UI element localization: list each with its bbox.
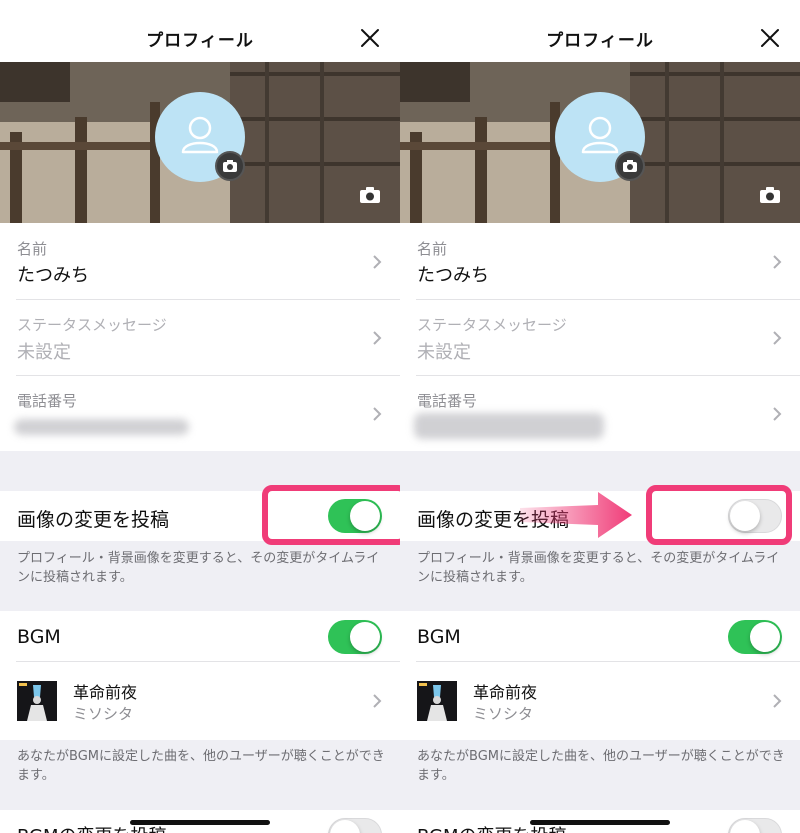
nav-bar: プロフィール [400, 0, 800, 62]
screen-before: プロフィール 名前 たつみち ステータスメッセージ 未設定 電話番号 画像の変更… [0, 0, 400, 833]
album-art [417, 681, 457, 721]
chevron-right-icon [773, 255, 782, 269]
page-title: プロフィール [546, 31, 654, 51]
chevron-right-icon [373, 694, 382, 708]
chevron-right-icon [373, 331, 382, 345]
album-art-image [17, 681, 57, 721]
chevron-right-icon [373, 407, 382, 421]
chevron-right-icon [773, 331, 782, 345]
divider [16, 661, 400, 662]
phone-label: 電話番号 [417, 392, 478, 410]
highlight-box [646, 485, 792, 545]
bgm-post-toggle[interactable] [328, 818, 382, 833]
home-indicator [530, 820, 670, 825]
camera-icon [623, 160, 637, 172]
profile-list: 名前 たつみち ステータスメッセージ 未設定 電話番号 [0, 223, 400, 451]
name-value: たつみち [417, 265, 489, 286]
divider [16, 375, 400, 376]
name-label: 名前 [417, 240, 448, 258]
bgm-note: あなたがBGMに設定した曲を、他のユーザーが聴くことができます。 [17, 749, 385, 783]
toggle-knob [350, 622, 380, 652]
camera-icon[interactable] [358, 185, 382, 205]
status-label: ステータスメッセージ [17, 316, 167, 334]
divider [416, 661, 800, 662]
avatar-camera-button[interactable] [615, 151, 645, 181]
name-value: たつみち [17, 265, 89, 286]
divider [16, 299, 400, 300]
album-art [17, 681, 57, 721]
bgm-section: BGM 革命前夜 ミソシタ [400, 611, 800, 740]
home-indicator [130, 820, 270, 825]
toggle-knob [330, 820, 360, 833]
status-value: 未設定 [417, 342, 471, 363]
avatar-camera-button[interactable] [215, 151, 245, 181]
toggle-knob [750, 622, 780, 652]
nav-bar: プロフィール [0, 0, 400, 62]
bgm-toggle[interactable] [728, 620, 782, 654]
profile-list: 名前 たつみち ステータスメッセージ 未設定 電話番号 [400, 223, 800, 451]
screen-after: プロフィール 名前 たつみち ステータスメッセージ 未設定 電話番号 画像の変更… [400, 0, 800, 833]
cover-image[interactable] [400, 62, 800, 223]
image-post-label: 画像の変更を投稿 [17, 509, 170, 531]
cover-image[interactable] [0, 62, 400, 223]
close-icon[interactable] [356, 24, 384, 52]
arrow-right-icon [520, 492, 632, 538]
page-title: プロフィール [146, 31, 254, 51]
image-post-note: プロフィール・背景画像を変更すると、その変更がタイムラインに投稿されます。 [17, 551, 380, 585]
bgm-label: BGM [17, 626, 61, 648]
toggle-knob [730, 820, 760, 833]
divider [416, 375, 800, 376]
phone-label: 電話番号 [17, 392, 78, 410]
blurred-phone-number [14, 419, 189, 435]
bgm-toggle[interactable] [328, 620, 382, 654]
chevron-right-icon [373, 255, 382, 269]
name-label: 名前 [17, 240, 48, 258]
bgm-post-toggle[interactable] [728, 818, 782, 833]
status-value: 未設定 [17, 342, 71, 363]
chevron-right-icon [773, 407, 782, 421]
song-artist: ミソシタ [473, 705, 534, 723]
status-label: ステータスメッセージ [417, 316, 567, 334]
close-icon[interactable] [756, 24, 784, 52]
bgm-label: BGM [417, 626, 461, 648]
album-art-image [417, 681, 457, 721]
bgm-section: BGM 革命前夜 ミソシタ [0, 611, 400, 740]
bgm-note: あなたがBGMに設定した曲を、他のユーザーが聴くことができます。 [417, 749, 785, 783]
song-title: 革命前夜 [73, 683, 138, 702]
blurred-phone-number [414, 413, 604, 439]
song-title: 革命前夜 [473, 683, 538, 702]
highlight-box [262, 485, 400, 545]
image-post-note: プロフィール・背景画像を変更すると、その変更がタイムラインに投稿されます。 [417, 551, 780, 585]
divider [416, 299, 800, 300]
song-artist: ミソシタ [73, 705, 134, 723]
chevron-right-icon [773, 694, 782, 708]
camera-icon [223, 160, 237, 172]
camera-icon[interactable] [758, 185, 782, 205]
